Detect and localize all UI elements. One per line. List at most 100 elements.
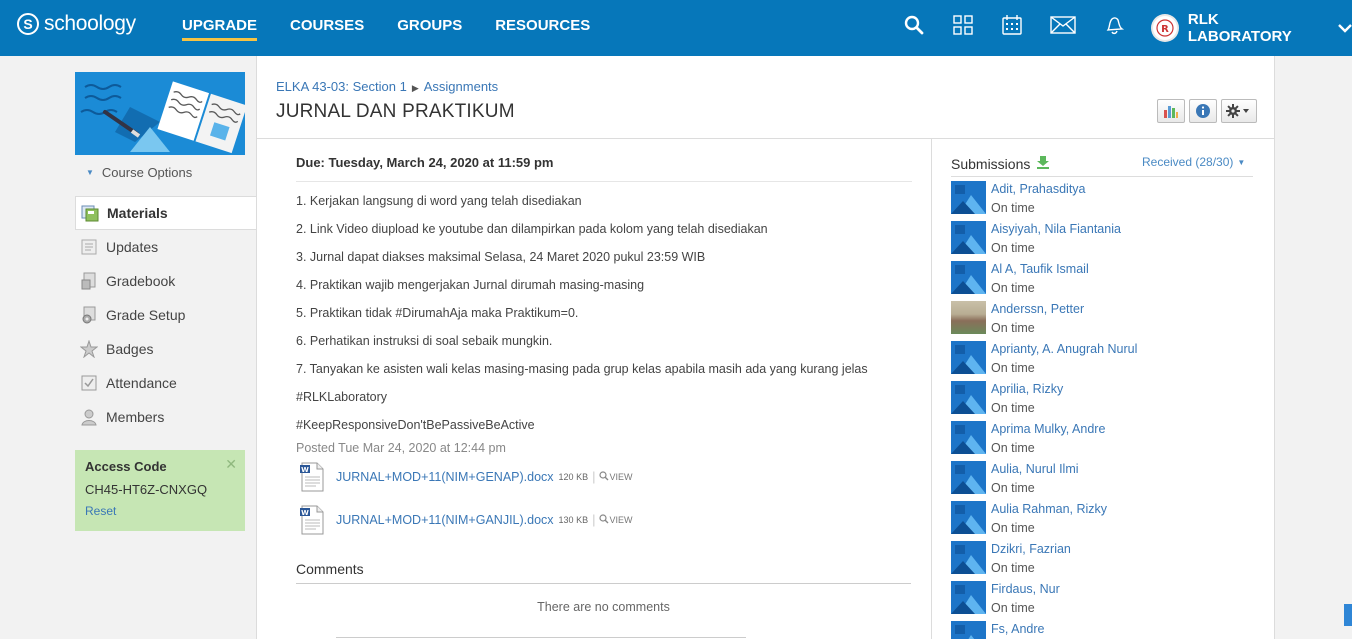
submission-item[interactable]: Adit, Prahasditya On time	[951, 181, 1251, 221]
bell-icon[interactable]	[1103, 14, 1125, 36]
student-name[interactable]: Al A, Taufik Ismail	[991, 261, 1089, 277]
search-icon[interactable]	[903, 14, 925, 36]
divider: |	[592, 512, 596, 527]
access-code-title: Access Code	[85, 459, 167, 474]
submission-item[interactable]: Dzikri, Fazrian On time	[951, 541, 1251, 581]
student-name[interactable]: Aprilia, Rizky	[991, 381, 1063, 397]
sidebar-item-label: Updates	[106, 239, 159, 255]
course-image	[75, 72, 245, 155]
sidebar-item-members[interactable]: Members	[75, 400, 256, 434]
access-code-box: Access Code CH45-HT6Z-CNXGQ Reset ✕	[75, 450, 245, 531]
submission-item[interactable]: Aulia, Nurul Ilmi On time	[951, 461, 1251, 501]
sidebar-item-attendance[interactable]: Attendance	[75, 366, 256, 400]
settings-button[interactable]	[1221, 99, 1257, 123]
attachment-link[interactable]: JURNAL+MOD+11(NIM+GANJIL).docx	[336, 513, 554, 527]
word-document-icon: W	[300, 462, 324, 491]
submission-item[interactable]: Aprilia, Rizky On time	[951, 381, 1251, 421]
student-photo	[951, 301, 986, 334]
user-menu[interactable]: R RLK LABORATORY	[1151, 11, 1352, 45]
assignment-content: Due: Tuesday, March 24, 2020 at 11:59 pm…	[296, 150, 912, 541]
submission-status: On time	[991, 281, 1035, 295]
reset-link[interactable]: Reset	[85, 504, 235, 518]
nav-resources[interactable]: RESOURCES	[495, 17, 590, 34]
default-avatar	[951, 541, 986, 574]
submission-item[interactable]: Al A, Taufik Ismail On time	[951, 261, 1251, 301]
main-nav: UPGRADE COURSES GROUPS RESOURCES	[182, 17, 623, 41]
submission-item[interactable]: Aulia Rahman, Rizky On time	[951, 501, 1251, 541]
svg-text:W: W	[301, 509, 309, 517]
column-divider	[931, 139, 932, 639]
submission-item[interactable]: Aprima Mulky, Andre On time	[951, 421, 1251, 461]
student-name[interactable]: Fs, Andre	[991, 621, 1045, 637]
comments-divider	[296, 583, 911, 584]
course-options[interactable]: ▼ Course Options	[86, 165, 192, 180]
download-icon[interactable]	[1036, 155, 1050, 172]
breadcrumb-course[interactable]: ELKA 43-03: Section 1	[276, 79, 407, 94]
student-name[interactable]: Aulia, Nurul Ilmi	[991, 461, 1079, 477]
submission-item[interactable]: Fs, Andre	[951, 621, 1251, 639]
comment-input-edge	[336, 637, 746, 638]
svg-text:W: W	[301, 466, 309, 474]
description-line: 1. Kerjakan langsung di word yang telah …	[296, 194, 582, 208]
chevron-down-icon[interactable]	[1338, 21, 1352, 36]
submission-item[interactable]: Aprianty, A. Anugrah Nurul On time	[951, 341, 1251, 381]
student-name[interactable]: Aprianty, A. Anugrah Nurul	[991, 341, 1137, 357]
submission-status: On time	[991, 521, 1035, 535]
nav-upgrade[interactable]: UPGRADE	[182, 17, 258, 41]
mail-icon[interactable]	[1050, 14, 1076, 36]
default-avatar	[951, 421, 986, 454]
avatar: R	[1151, 14, 1179, 42]
apps-grid-icon[interactable]	[952, 14, 974, 36]
attendance-icon	[80, 374, 98, 392]
student-name[interactable]: Anderssn, Petter	[991, 301, 1084, 317]
analytics-button[interactable]	[1157, 99, 1185, 123]
attachment-file: W JURNAL+MOD+11(NIM+GENAP).docx 120 KB |…	[300, 455, 912, 498]
received-label: Received (28/30)	[1142, 155, 1234, 169]
scrollbar-marker[interactable]	[1344, 604, 1352, 626]
received-filter[interactable]: Received (28/30) ▼	[1142, 155, 1245, 169]
nav-groups[interactable]: GROUPS	[397, 17, 462, 34]
view-link[interactable]: VIEW	[609, 472, 632, 482]
submission-item[interactable]: Aisyiyah, Nila Fiantania On time	[951, 221, 1251, 261]
default-avatar	[951, 181, 986, 214]
student-name[interactable]: Aprima Mulky, Andre	[991, 421, 1105, 437]
attachment-link[interactable]: JURNAL+MOD+11(NIM+GENAP).docx	[336, 470, 554, 484]
sidebar-item-materials[interactable]: Materials	[75, 196, 256, 230]
sidebar-item-grade-setup[interactable]: Grade Setup	[75, 298, 256, 332]
student-name[interactable]: Aulia Rahman, Rizky	[991, 501, 1107, 517]
student-name[interactable]: Aisyiyah, Nila Fiantania	[991, 221, 1121, 237]
access-code-value: CH45-HT6Z-CNXGQ	[85, 482, 208, 497]
close-icon[interactable]: ✕	[225, 456, 237, 473]
due-date: Due: Tuesday, March 24, 2020 at 11:59 pm	[296, 150, 912, 182]
sidebar-item-badges[interactable]: Badges	[75, 332, 256, 366]
submissions-heading: Submissions	[951, 155, 1050, 172]
assignment-description: 1. Kerjakan langsung di word yang telah …	[296, 191, 912, 443]
calendar-icon[interactable]	[1001, 14, 1023, 36]
view-link[interactable]: VIEW	[609, 515, 632, 525]
nav-courses[interactable]: COURSES	[290, 17, 364, 34]
student-name[interactable]: Adit, Prahasditya	[991, 181, 1086, 197]
default-avatar	[951, 621, 986, 639]
default-avatar	[951, 581, 986, 614]
submission-status: On time	[991, 361, 1035, 375]
members-icon	[80, 408, 98, 426]
gear-icon	[1226, 104, 1249, 118]
submission-status: On time	[991, 481, 1035, 495]
breadcrumb: ELKA 43-03: Section 1 ▶ Assignments	[276, 79, 498, 94]
student-name[interactable]: Dzikri, Fazrian	[991, 541, 1071, 557]
breadcrumb-assignments[interactable]: Assignments	[424, 79, 498, 94]
page-title: JURNAL DAN PRAKTIKUM	[276, 101, 515, 122]
default-avatar	[951, 381, 986, 414]
sidebar-item-label: Grade Setup	[106, 307, 186, 323]
sidebar-item-updates[interactable]: Updates	[75, 230, 256, 264]
info-button[interactable]	[1189, 99, 1217, 123]
submission-item[interactable]: Anderssn, Petter On time	[951, 301, 1251, 341]
submission-item[interactable]: Firdaus, Nur On time	[951, 581, 1251, 621]
default-avatar	[951, 261, 986, 294]
logo-s-icon: S	[17, 13, 39, 35]
schoology-logo[interactable]: S schoology	[17, 11, 136, 37]
attachment-file: W JURNAL+MOD+11(NIM+GANJIL).docx 130 KB …	[300, 498, 912, 541]
student-name[interactable]: Firdaus, Nur	[991, 581, 1060, 597]
sidebar-item-gradebook[interactable]: Gradebook	[75, 264, 256, 298]
description-line: 5. Praktikan tidak #DirumahAja maka Prak…	[296, 306, 579, 320]
